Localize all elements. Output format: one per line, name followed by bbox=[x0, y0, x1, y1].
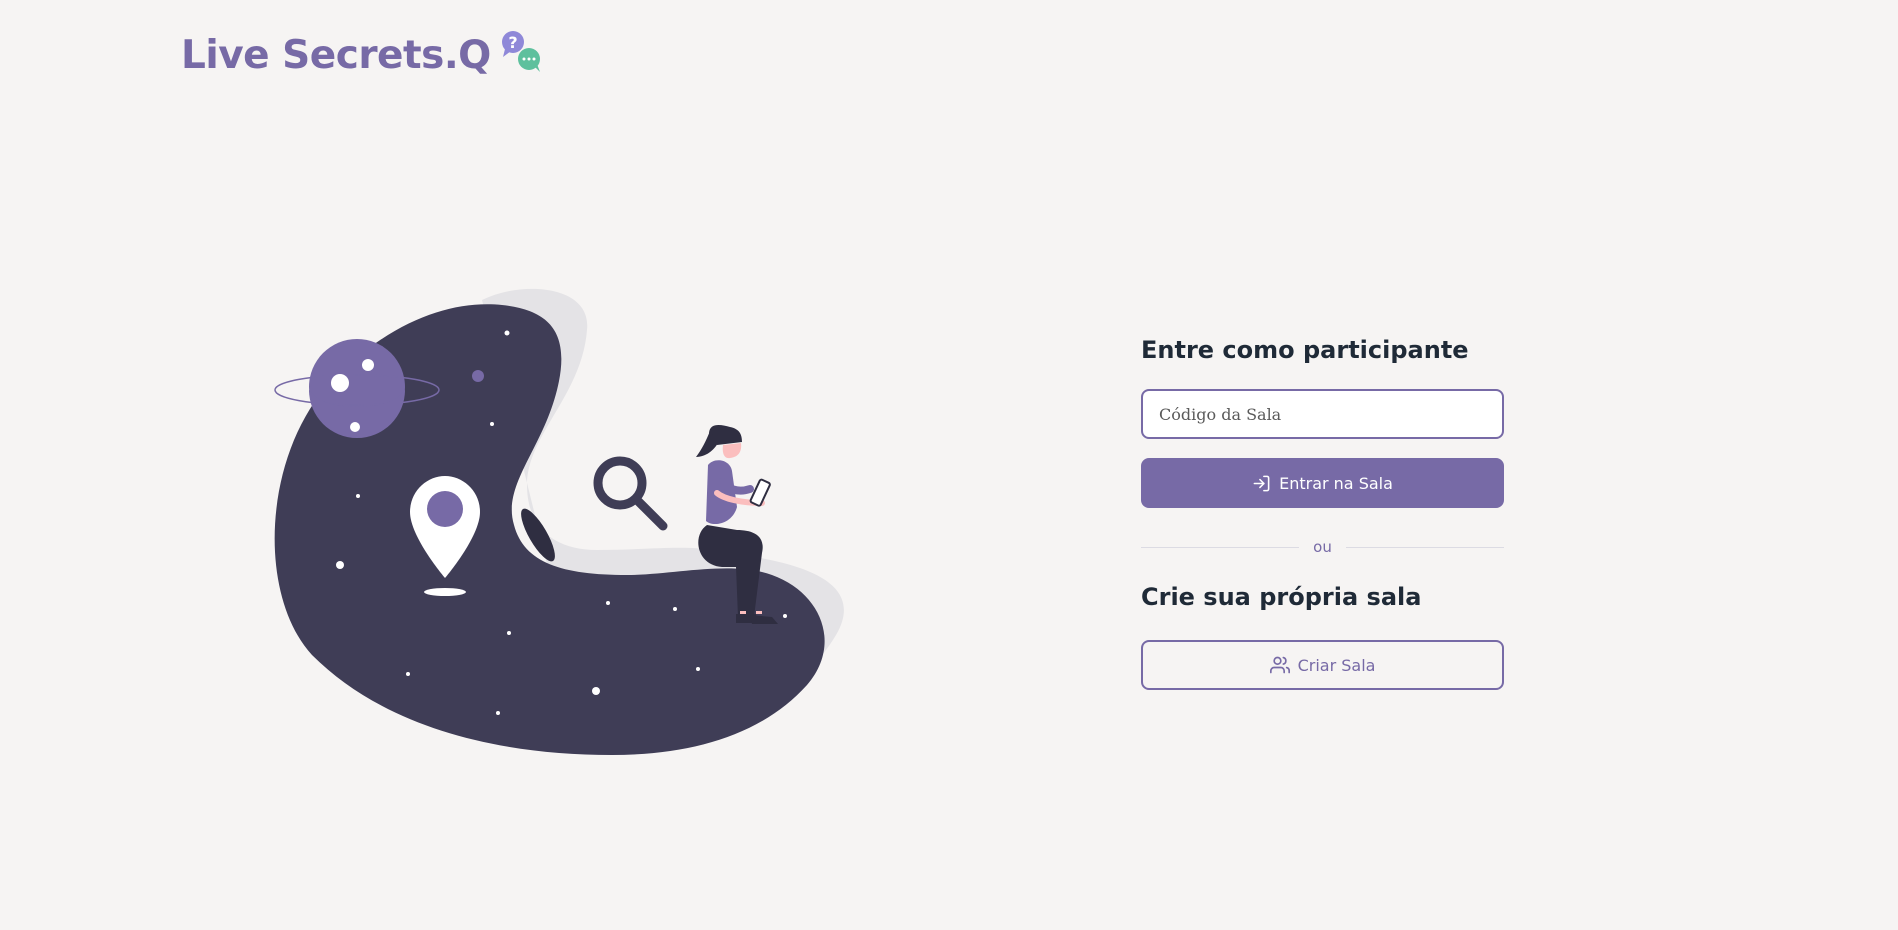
join-panel: Entre como participante Entrar na Sala o… bbox=[1141, 330, 1504, 690]
question-mark: ? bbox=[508, 33, 517, 52]
create-room-button[interactable]: Criar Sala bbox=[1141, 640, 1504, 690]
question-chat-bubbles-icon: ? bbox=[501, 31, 540, 72]
create-heading: Crie sua própria sala bbox=[1141, 583, 1422, 611]
log-in-icon bbox=[1253, 475, 1270, 491]
woman-sitting-on-space-blob-illustration bbox=[274, 288, 844, 755]
or-divider: ou bbox=[1141, 536, 1504, 558]
enter-room-button[interactable]: Entrar na Sala bbox=[1141, 458, 1504, 508]
join-heading: Entre como participante bbox=[1141, 336, 1469, 364]
divider-line-left bbox=[1141, 546, 1300, 548]
brand-logo-text: Live Secrets.Q bbox=[181, 32, 491, 78]
room-code-input[interactable] bbox=[1141, 389, 1504, 439]
users-icon bbox=[1269, 656, 1290, 674]
divider-line-right bbox=[1345, 546, 1504, 548]
header: Live Secrets.Q ? bbox=[181, 30, 543, 80]
or-text: ou bbox=[1313, 538, 1332, 556]
create-room-button-label: Criar Sala bbox=[1297, 655, 1376, 675]
enter-room-button-label: Entrar na Sala bbox=[1279, 473, 1393, 493]
